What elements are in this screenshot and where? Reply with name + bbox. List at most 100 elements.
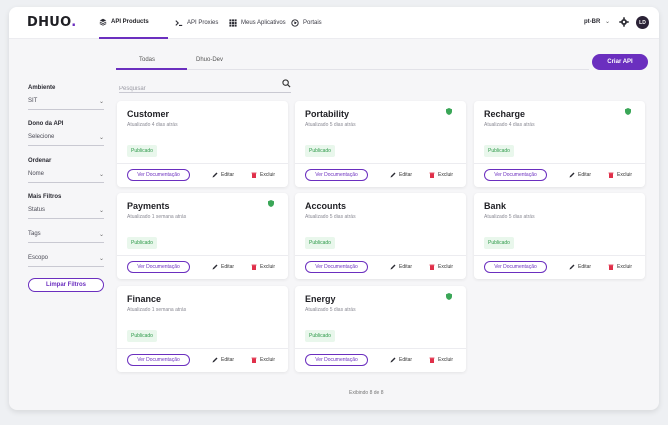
- edit-label: Editar: [399, 172, 413, 178]
- gear-icon[interactable]: [619, 17, 629, 27]
- api-card[interactable]: Accounts Atualizado 5 dias atrás Publica…: [295, 193, 466, 279]
- view-documentation-button[interactable]: Ver Documentação: [305, 261, 368, 273]
- api-card-title[interactable]: Accounts: [305, 201, 346, 211]
- delete-label: Excluir: [438, 264, 454, 270]
- status-value: Status: [28, 207, 46, 213]
- view-documentation-button[interactable]: Ver Documentação: [484, 169, 547, 181]
- search-icon[interactable]: [282, 79, 291, 88]
- nav-api-proxies[interactable]: API Proxies: [175, 7, 218, 39]
- delete-button[interactable]: Excluir: [251, 172, 275, 178]
- avatar[interactable]: LD: [636, 16, 649, 29]
- api-card-title[interactable]: Energy: [305, 294, 336, 304]
- view-documentation-button[interactable]: Ver Documentação: [127, 261, 190, 273]
- shield-icon: [625, 108, 631, 115]
- trash-icon: [251, 264, 257, 270]
- delete-button[interactable]: Excluir: [251, 357, 275, 363]
- nav-meus-aplicativos[interactable]: Meus Aplicativos: [229, 7, 286, 39]
- nav-api-products[interactable]: API Products: [99, 7, 168, 39]
- api-card[interactable]: Energy Atualizado 5 dias atrás Publicado…: [295, 286, 466, 372]
- delete-label: Excluir: [260, 357, 276, 363]
- brand-logo[interactable]: DHUO.: [27, 15, 76, 30]
- delete-button[interactable]: Excluir: [608, 172, 632, 178]
- pencil-icon: [390, 264, 396, 270]
- clear-filters-button[interactable]: Limpar Filtros: [28, 278, 104, 292]
- card-divider: [117, 348, 288, 349]
- delete-label: Excluir: [260, 264, 276, 270]
- app-window: DHUO. API Products API Proxies Meus Apli…: [9, 7, 659, 410]
- delete-button[interactable]: Excluir: [429, 172, 453, 178]
- pencil-icon: [212, 357, 218, 363]
- edit-label: Editar: [399, 264, 413, 270]
- api-card-title[interactable]: Portability: [305, 109, 349, 119]
- edit-button[interactable]: Editar: [390, 357, 412, 363]
- tab-todas[interactable]: Todas: [139, 57, 155, 63]
- delete-button[interactable]: Excluir: [251, 264, 275, 270]
- chevron-down-icon[interactable]: ⌄: [605, 18, 610, 25]
- api-card-updated: Atualizado 4 dias atrás: [127, 122, 178, 128]
- view-documentation-button[interactable]: Ver Documentação: [127, 354, 190, 366]
- language-selector[interactable]: pt-BR: [584, 19, 600, 25]
- nav-portais[interactable]: Portais: [291, 7, 322, 39]
- trash-icon: [251, 172, 257, 178]
- tab-dhuo-dev[interactable]: Dhuo-Dev: [196, 57, 223, 63]
- view-documentation-button[interactable]: Ver Documentação: [127, 169, 190, 181]
- mais-filtros-label: Mais Filtros: [28, 194, 62, 200]
- ordenar-value: Nome: [28, 171, 45, 177]
- trash-icon: [429, 357, 435, 363]
- edit-label: Editar: [221, 172, 235, 178]
- api-card-title[interactable]: Customer: [127, 109, 169, 119]
- layers-icon: [99, 18, 107, 26]
- shield-icon: [446, 293, 452, 300]
- edit-label: Editar: [578, 172, 592, 178]
- api-card[interactable]: Finance Atualizado 1 semana atrás Public…: [117, 286, 288, 372]
- status-badge: Publicado: [484, 237, 514, 249]
- edit-label: Editar: [399, 357, 413, 363]
- delete-button[interactable]: Excluir: [608, 264, 632, 270]
- escopo-select[interactable]: Escopo ⌄: [28, 255, 104, 267]
- trash-icon: [251, 357, 257, 363]
- view-documentation-button[interactable]: Ver Documentação: [305, 354, 368, 366]
- edit-button[interactable]: Editar: [569, 264, 591, 270]
- api-card[interactable]: Portability Atualizado 5 dias atrás Publ…: [295, 101, 466, 187]
- status-select[interactable]: Status ⌄: [28, 207, 104, 219]
- edit-button[interactable]: Editar: [212, 172, 234, 178]
- dono-select[interactable]: Selecione ⌄: [28, 134, 104, 146]
- api-card-updated: Atualizado 5 dias atrás: [305, 214, 356, 220]
- edit-button[interactable]: Editar: [390, 172, 412, 178]
- search-input[interactable]: [119, 82, 269, 96]
- nav-label: Meus Aplicativos: [241, 20, 286, 26]
- api-card[interactable]: Payments Atualizado 1 semana atrás Publi…: [117, 193, 288, 279]
- edit-button[interactable]: Editar: [212, 357, 234, 363]
- api-card-title[interactable]: Recharge: [484, 109, 525, 119]
- pencil-icon: [212, 264, 218, 270]
- nav-label: Portais: [303, 20, 322, 26]
- status-badge: Publicado: [305, 237, 335, 249]
- delete-button[interactable]: Excluir: [429, 357, 453, 363]
- edit-button[interactable]: Editar: [390, 264, 412, 270]
- ambiente-select[interactable]: SIT ⌄: [28, 98, 104, 110]
- chevron-down-icon: ⌄: [98, 232, 104, 238]
- edit-label: Editar: [221, 357, 235, 363]
- api-card[interactable]: Bank Atualizado 5 dias atrás Publicado V…: [474, 193, 645, 279]
- active-tab-indicator: [116, 68, 187, 70]
- delete-label: Excluir: [438, 172, 454, 178]
- pencil-icon: [569, 172, 575, 178]
- terminal-icon: [175, 20, 183, 26]
- ordenar-select[interactable]: Nome ⌄: [28, 171, 104, 183]
- escopo-value: Escopo: [28, 255, 49, 261]
- edit-button[interactable]: Editar: [569, 172, 591, 178]
- view-documentation-button[interactable]: Ver Documentação: [484, 261, 547, 273]
- api-card[interactable]: Recharge Atualizado 4 dias atrás Publica…: [474, 101, 645, 187]
- api-card-title[interactable]: Finance: [127, 294, 161, 304]
- create-api-button[interactable]: Criar API: [592, 54, 648, 70]
- shield-icon: [268, 200, 274, 207]
- api-card-title[interactable]: Bank: [484, 201, 506, 211]
- api-card-title[interactable]: Payments: [127, 201, 170, 211]
- edit-button[interactable]: Editar: [212, 264, 234, 270]
- nav-label: API Proxies: [187, 20, 219, 26]
- status-badge: Publicado: [305, 330, 335, 342]
- view-documentation-button[interactable]: Ver Documentação: [305, 169, 368, 181]
- tags-select[interactable]: Tags ⌄: [28, 231, 104, 243]
- api-card[interactable]: Customer Atualizado 4 dias atrás Publica…: [117, 101, 288, 187]
- delete-button[interactable]: Excluir: [429, 264, 453, 270]
